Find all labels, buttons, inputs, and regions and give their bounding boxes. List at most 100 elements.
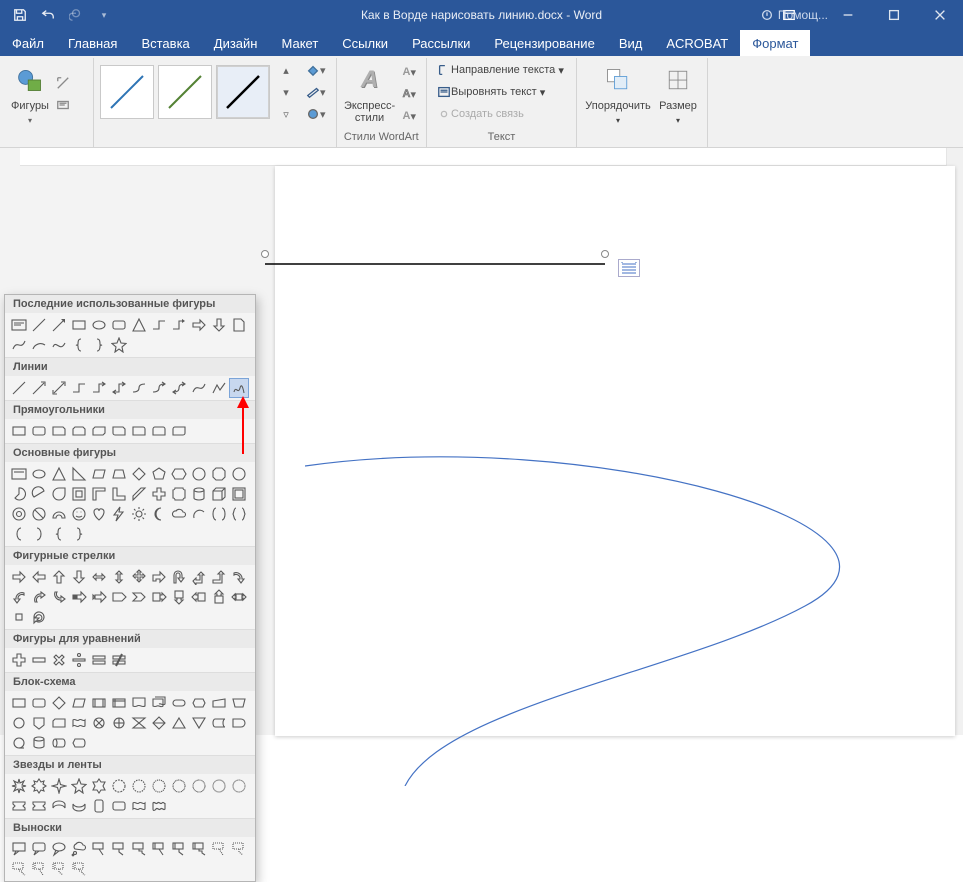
shape-callout-accent2[interactable] [169,839,189,859]
shape-arrow-callout-u[interactable] [209,587,229,607]
tab-home[interactable]: Главная [56,30,129,56]
shape-fc-alt[interactable] [29,693,49,713]
shape-parallelogram[interactable] [89,464,109,484]
shape-chord[interactable] [29,484,49,504]
shape-wave[interactable] [129,796,149,816]
shape-double-wave[interactable] [149,796,169,816]
shape-fc-multidoc[interactable] [149,693,169,713]
shape-callout-ba2[interactable] [49,859,69,879]
shape-round2-diag[interactable] [169,421,189,441]
shape-fc-data[interactable] [69,693,89,713]
text-direction-button[interactable]: Направление текста ▾ [433,60,568,80]
shape-curve-tool[interactable] [189,378,209,398]
shape-fc-offpage[interactable] [29,713,49,733]
shape-document[interactable] [229,315,249,335]
shape-double-brace[interactable] [229,504,249,524]
close-button[interactable] [917,0,963,30]
shape-double-bracket[interactable] [209,504,229,524]
shape-cross[interactable] [149,484,169,504]
shape-callout-ba3[interactable] [69,859,89,879]
horizontal-ruler[interactable] [20,148,963,166]
shape-right-arrow[interactable] [189,315,209,335]
selected-line-shape[interactable] [265,254,605,256]
text-outline-icon[interactable]: A▾ [399,84,420,104]
style-gallery-down-icon[interactable]: ▾ [276,82,296,102]
tab-references[interactable]: Ссылки [330,30,400,56]
shape-fc-direct[interactable] [49,733,69,753]
shape-arrow-leftright[interactable] [89,567,109,587]
shape-right-brace[interactable] [89,335,109,355]
undo-icon[interactable] [36,3,60,27]
shape-decagon[interactable] [229,464,249,484]
tab-design[interactable]: Дизайн [202,30,270,56]
shape-arrow-curved-up[interactable] [29,587,49,607]
line-handle-start[interactable] [261,250,269,258]
shape-rounded-rect[interactable] [109,315,129,335]
shape-elbow-double[interactable] [109,378,129,398]
shape-fc-predef[interactable] [89,693,109,713]
shape-triangle[interactable] [49,464,69,484]
shape-arrow-right[interactable] [9,567,29,587]
shape-arrow-circular[interactable] [29,607,49,627]
tab-format[interactable]: Формат [740,30,810,56]
layout-options-icon[interactable] [618,259,640,277]
shape-fc-card[interactable] [49,713,69,733]
tab-mailings[interactable]: Рассылки [400,30,482,56]
shape-fc-connector[interactable] [9,713,29,733]
shape-fc-collate[interactable] [129,713,149,733]
shape-arrow-quad[interactable] [129,567,149,587]
arrange-button[interactable]: Упорядочить ▾ [583,60,653,128]
shape-arrow-left[interactable] [29,567,49,587]
shape-callout-accent1[interactable] [149,839,169,859]
shape-plus[interactable] [9,650,29,670]
shape-equal[interactable] [89,650,109,670]
shape-outline-icon[interactable]: ▾ [302,82,330,102]
shape-donut[interactable] [9,504,29,524]
shape-arrow-callout-l[interactable] [189,587,209,607]
shape-callout-rect[interactable] [9,839,29,859]
shape-ribbon-down[interactable] [29,796,49,816]
shape-line[interactable] [9,378,29,398]
shape-oval[interactable] [89,315,109,335]
shape-plaque[interactable] [169,484,189,504]
shape-arrow-notched[interactable] [89,587,109,607]
size-button[interactable]: Размер ▾ [655,60,701,128]
shape-arrow-down[interactable] [69,567,89,587]
shape-fc-merge[interactable] [189,713,209,733]
shape-textbox[interactable] [9,315,29,335]
shape-style-1[interactable] [100,65,154,119]
shape-fc-decision[interactable] [49,693,69,713]
redo-icon[interactable] [64,3,88,27]
shape-scroll-h[interactable] [109,796,129,816]
shape-callout-round[interactable] [29,839,49,859]
shape-arrow-callout-lr[interactable] [229,587,249,607]
shape-arrow-striped[interactable] [69,587,89,607]
shape-round2-same[interactable] [149,421,169,441]
shape-elbow-arrow[interactable] [89,378,109,398]
shape-callout-accent3[interactable] [189,839,209,859]
shape-diag-stripe[interactable] [129,484,149,504]
shape-freeform[interactable] [49,335,69,355]
document-page[interactable] [275,166,955,736]
qat-dropdown-icon[interactable]: ▾ [92,3,116,27]
shape-right-brace[interactable] [69,524,89,544]
tab-review[interactable]: Рецензирование [482,30,606,56]
shape-round1[interactable] [129,421,149,441]
shape-arrow-updown[interactable] [109,567,129,587]
shape-scribble-tool[interactable] [229,378,249,398]
shape-ribbon-curved-up[interactable] [49,796,69,816]
shape-trapezoid[interactable] [109,464,129,484]
shape-callout-border1[interactable] [209,839,229,859]
shape-sun[interactable] [129,504,149,524]
shape-fc-extract[interactable] [169,713,189,733]
text-fill-icon[interactable]: A▾ [399,62,420,82]
shape-snip2-rect[interactable] [69,421,89,441]
style-gallery-up-icon[interactable]: ▴ [276,60,296,80]
shape-callout-line1[interactable] [89,839,109,859]
shape-callout-line2[interactable] [109,839,129,859]
shape-callout-ba1[interactable] [29,859,49,879]
shape-fc-stored[interactable] [209,713,229,733]
shape-pentagon[interactable] [149,464,169,484]
shape-arrow-up[interactable] [49,567,69,587]
shape-left-brace[interactable] [69,335,89,355]
